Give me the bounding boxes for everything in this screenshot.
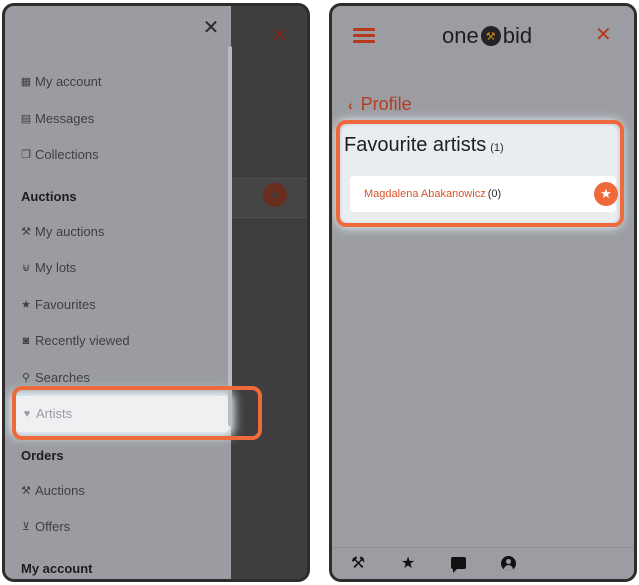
chevron-left-icon: ‹: [348, 96, 353, 113]
history-icon: ◙: [22, 334, 30, 347]
hamburger-menu-icon[interactable]: [353, 28, 375, 44]
collections-icon: ❐: [21, 148, 31, 161]
dashboard-icon: ▦: [20, 75, 32, 88]
back-label: Profile: [360, 94, 412, 114]
highlight-favourite-artists-outline: [336, 120, 624, 227]
menu-item-label: My account: [35, 74, 102, 89]
menu-item-label: Offers: [35, 519, 71, 534]
chat-icon[interactable]: [449, 554, 467, 573]
menu-item-recently-viewed[interactable]: ◙ Recently viewed: [20, 333, 130, 348]
back-to-profile-link[interactable]: ‹ Profile: [348, 94, 412, 115]
menu-item-label: Favourites: [35, 297, 96, 312]
background-close-icon: ✕: [271, 25, 288, 47]
menu-item-collections[interactable]: ❐ Collections: [20, 147, 99, 162]
right-phone-screen: one ⚒ bid ✕ ‹ Profile Favourite artists(…: [329, 3, 637, 582]
basket-icon: ⊌: [21, 261, 31, 274]
menu-item-searches[interactable]: ⚲ Searches: [20, 370, 90, 385]
background-star-icon: ★: [263, 183, 287, 207]
menu-item-offers[interactable]: ⊻ Offers: [20, 519, 70, 534]
message-icon: ▤: [20, 112, 32, 125]
gavel-icon: ⚒: [21, 484, 31, 497]
close-icon[interactable]: ✕: [595, 25, 612, 45]
menu-item-messages[interactable]: ▤ Messages: [20, 111, 94, 126]
onebid-logo: one ⚒ bid: [442, 23, 532, 49]
background-app: ✕ ★: [231, 6, 307, 579]
menu-item-label: Collections: [35, 147, 99, 162]
star-icon[interactable]: ★: [399, 554, 417, 572]
menu-item-label: Messages: [35, 111, 95, 126]
section-header-my-account: My account: [21, 561, 93, 576]
menu-item-favourites[interactable]: ★ Favourites: [20, 297, 96, 312]
cart-icon: ⊻: [21, 520, 31, 533]
menu-item-label: Searches: [35, 370, 90, 385]
highlight-artists-outline: [12, 386, 262, 440]
bottom-navigation: ⚒ ★: [332, 547, 634, 579]
menu-item-my-lots[interactable]: ⊌ My lots: [20, 260, 76, 275]
menu-item-orders-auctions[interactable]: ⚒ Auctions: [20, 483, 85, 498]
app-header: one ⚒ bid ✕: [332, 6, 634, 64]
close-icon[interactable]: ✕: [201, 18, 221, 38]
gavel-icon: ⚒: [21, 225, 31, 238]
gavel-icon[interactable]: ⚒: [349, 554, 367, 572]
menu-item-label: My lots: [35, 260, 77, 275]
search-icon: ⚲: [21, 371, 31, 384]
left-phone-screen: ✕ ★ ✕ ▦ My account ▤ Messages ❐ Collecti…: [2, 3, 310, 582]
section-header-orders: Orders: [21, 448, 64, 463]
gavel-logo-icon: ⚒: [480, 26, 501, 46]
menu-item-label: Auctions: [35, 483, 85, 498]
menu-item-label: My auctions: [35, 224, 105, 239]
logo-text-right: bid: [502, 23, 533, 48]
menu-item-label: Recently viewed: [35, 333, 130, 348]
logo-text-left: one: [442, 23, 479, 48]
user-icon[interactable]: [499, 554, 517, 572]
drawer-scrollbar[interactable]: [228, 46, 232, 426]
star-icon: ★: [21, 298, 31, 311]
menu-item-my-account[interactable]: ▦ My account: [20, 74, 102, 89]
side-menu-drawer: ✕ ▦ My account ▤ Messages ❐ Collections …: [5, 6, 231, 579]
menu-item-my-auctions[interactable]: ⚒ My auctions: [20, 224, 104, 239]
section-header-auctions: Auctions: [21, 189, 77, 204]
